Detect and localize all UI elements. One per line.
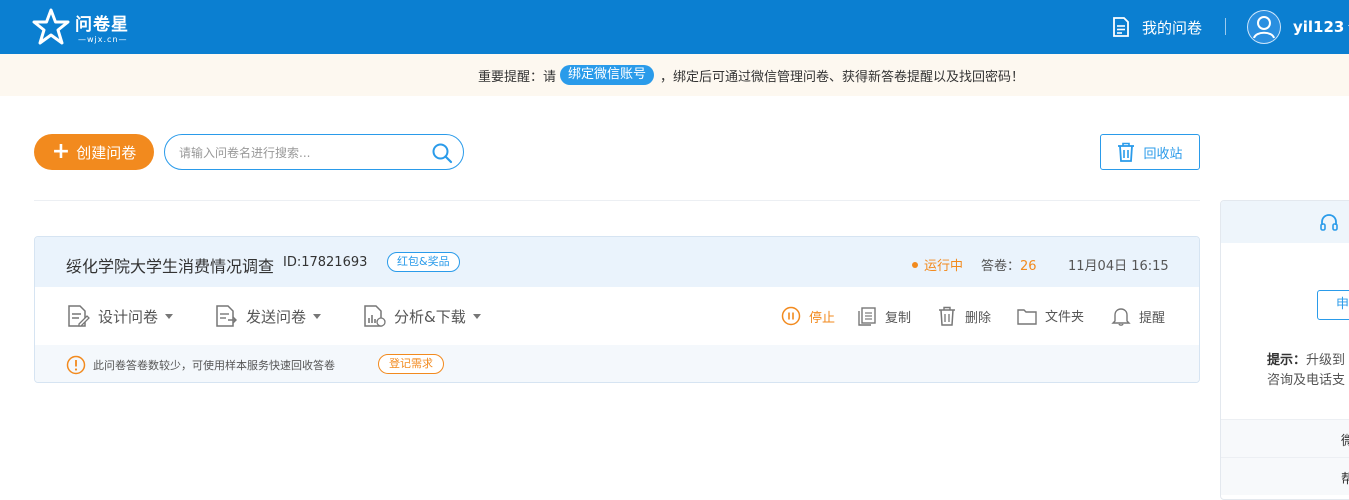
copy-label: 复制 <box>885 310 912 326</box>
side-tip-text: 提示：升级到 咨询及电话支 <box>1267 351 1345 391</box>
survey-id: ID:17821693 <box>283 255 368 270</box>
reward-tag[interactable]: 红包&奖品 <box>387 252 460 272</box>
side-row-wechat[interactable]: 微 <box>1221 419 1349 457</box>
top-navigation-bar: 问卷星 —wjx.cn— 我的问卷 yil123 <box>0 0 1349 54</box>
document-icon <box>1113 17 1129 37</box>
user-icon <box>1248 11 1280 43</box>
headset-icon <box>1320 214 1338 231</box>
survey-card: 绥化学院大学生消费情况调查 ID:17821693 红包&奖品 运行中 答卷：2… <box>34 236 1200 383</box>
star-logo-icon <box>32 8 70 45</box>
logo-text: 问卷星 <box>75 15 129 35</box>
analyze-download-button[interactable]: 分析&下载 <box>362 304 481 328</box>
bind-wechat-button[interactable]: 绑定微信账号 <box>560 65 655 85</box>
my-surveys-label: 我的问卷 <box>1142 18 1203 37</box>
edit-document-icon <box>68 305 90 327</box>
send-document-icon <box>216 305 237 327</box>
analysis-chart-icon <box>364 305 386 327</box>
delete-survey-button[interactable]: 删除 <box>937 306 991 326</box>
search-input[interactable] <box>179 143 419 163</box>
notice-banner: 重要提醒：请 绑定微信账号 ，绑定后可通过微信管理问卷、获得新答卷提醒以及找回密… <box>0 54 1349 96</box>
logo-subtext: —wjx.cn— <box>78 35 128 44</box>
notice-prefix: 重要提醒：请 <box>478 69 557 85</box>
search-box <box>164 134 464 170</box>
survey-card-footer: 此问卷答卷数较少，可使用样本服务快速回收答卷 登记需求 <box>35 345 1199 382</box>
chevron-down-icon <box>165 313 174 319</box>
survey-actions: 设计问卷 发送问卷 分析&下载 停止 复制 删除 文件夹 提醒 <box>35 287 1199 345</box>
send-survey-label: 发送问卷 <box>246 307 307 326</box>
design-survey-button[interactable]: 设计问卷 <box>66 304 174 328</box>
side-row-help[interactable]: 帮 <box>1221 457 1349 495</box>
bell-icon <box>1111 308 1131 326</box>
create-survey-label: 创建问卷 <box>76 143 137 162</box>
delete-label: 删除 <box>965 310 992 326</box>
notice-suffix: ，绑定后可通过微信管理问卷、获得新答卷提醒以及找回密码！ <box>660 69 1025 85</box>
pause-icon <box>781 306 801 326</box>
chevron-down-icon <box>313 313 322 319</box>
side-row-label: 帮 <box>1341 468 1349 487</box>
user-menu[interactable]: yil123 <box>1247 10 1349 44</box>
answers-number[interactable]: 26 <box>1020 259 1037 274</box>
recycle-bin-button[interactable]: 回收站 <box>1100 134 1200 170</box>
survey-title[interactable]: 绥化学院大学生消费情况调查 <box>66 253 274 277</box>
nav-divider <box>1225 18 1226 35</box>
my-surveys-link[interactable]: 我的问卷 <box>1112 15 1202 39</box>
divider <box>34 200 1200 201</box>
send-survey-button[interactable]: 发送问卷 <box>214 304 322 328</box>
avatar <box>1247 10 1281 44</box>
low-response-tip: 此问卷答卷数较少，可使用样本服务快速回收答卷 <box>93 359 335 372</box>
status-badge: 运行中 <box>912 255 963 274</box>
folder-icon <box>1017 308 1037 325</box>
side-row-label: 微 <box>1341 430 1349 449</box>
stop-label: 停止 <box>809 310 836 326</box>
side-panel-header <box>1221 201 1349 243</box>
chevron-down-icon <box>472 313 481 319</box>
wjx-logo[interactable]: 问卷星 —wjx.cn— <box>32 8 142 48</box>
survey-date: 11月04日 16:15 <box>1068 259 1169 274</box>
copy-survey-button[interactable]: 复制 <box>857 306 911 326</box>
remind-button[interactable]: 提醒 <box>1111 306 1165 326</box>
warning-icon <box>66 355 86 375</box>
create-survey-button[interactable]: + 创建问卷 <box>34 134 154 170</box>
register-demand-button[interactable]: 登记需求 <box>378 354 444 374</box>
recycle-bin-label: 回收站 <box>1143 146 1183 162</box>
move-to-folder-button[interactable]: 文件夹 <box>1017 306 1084 325</box>
side-tip-line1: 升级到 <box>1306 353 1346 368</box>
service-side-panel: 申 提示：升级到 咨询及电话支 微 帮 <box>1220 200 1349 500</box>
trash-icon <box>939 306 955 326</box>
search-icon[interactable] <box>431 142 453 164</box>
remind-label: 提醒 <box>1139 310 1166 326</box>
folder-label: 文件夹 <box>1045 310 1085 325</box>
answers-label: 答卷： <box>981 259 1021 274</box>
status-label: 运行中 <box>924 259 964 274</box>
design-survey-label: 设计问卷 <box>98 307 159 326</box>
plus-icon: + <box>51 139 71 164</box>
username: yil123 <box>1293 18 1345 36</box>
survey-card-header: 绥化学院大学生消费情况调查 ID:17821693 红包&奖品 运行中 答卷：2… <box>35 237 1199 287</box>
analyze-download-label: 分析&下载 <box>394 307 466 326</box>
answers-count: 答卷：26 <box>981 255 1037 274</box>
trash-icon <box>1118 142 1135 162</box>
status-dot-icon <box>912 261 918 268</box>
copy-icon <box>858 307 876 326</box>
side-apply-button[interactable]: 申 <box>1317 290 1349 320</box>
stop-survey-button[interactable]: 停止 <box>781 306 835 326</box>
side-tip-line2: 咨询及电话支 <box>1267 373 1346 388</box>
side-tip-label: 提示： <box>1267 353 1307 368</box>
